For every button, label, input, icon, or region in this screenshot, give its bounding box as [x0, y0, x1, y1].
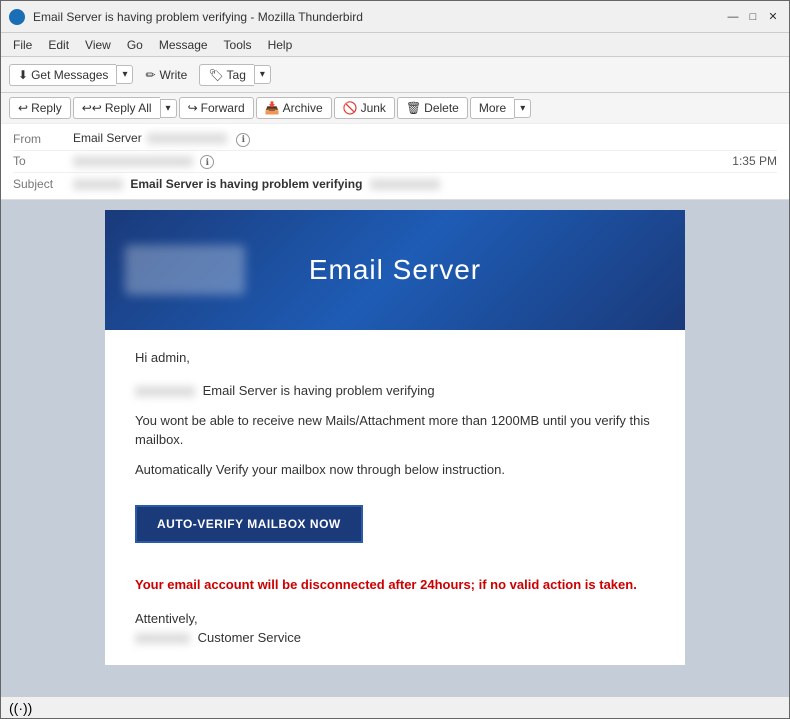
banner-title: Email Server: [309, 254, 481, 286]
write-button[interactable]: ✏ Write: [137, 64, 195, 86]
email-body-line2: You wont be able to receive new Mails/At…: [135, 411, 655, 450]
email-body-area: Email Server Hi admin, Email Server is h…: [1, 200, 789, 696]
reply-all-split-btn: ↩↩ Reply All ▾: [73, 97, 177, 119]
to-email-blurred: [73, 156, 193, 167]
tag-icon: 🏷: [208, 68, 223, 82]
tag-button[interactable]: 🏷 Tag: [199, 64, 254, 86]
more-label: More: [479, 101, 506, 115]
maximize-button[interactable]: □: [745, 9, 761, 25]
sig-blur: [135, 633, 190, 644]
menu-tools[interactable]: Tools: [216, 36, 260, 54]
from-name: Email Server: [73, 131, 142, 145]
sign-off: Attentively,: [135, 611, 655, 626]
body-line1-text: Email Server is having problem verifying: [203, 383, 435, 398]
thunderbird-window: Email Server is having problem verifying…: [0, 0, 790, 719]
to-label: To: [13, 154, 73, 168]
menu-view[interactable]: View: [77, 36, 119, 54]
menu-file[interactable]: File: [5, 36, 40, 54]
menu-go[interactable]: Go: [119, 36, 151, 54]
title-bar: Email Server is having problem verifying…: [1, 1, 789, 33]
status-bar: ((·)): [1, 696, 789, 718]
message-fields: From Email Server ℹ To ℹ 1:35 PM Subject: [1, 124, 789, 199]
get-messages-split-btn: ⬇ Get Messages ▾: [9, 64, 133, 86]
reply-icon: ↩: [18, 101, 28, 115]
reply-all-button[interactable]: ↩↩ Reply All: [73, 97, 160, 119]
reply-all-icon: ↩↩: [82, 101, 102, 115]
tag-split-btn: 🏷 Tag ▾: [199, 64, 271, 86]
get-messages-button[interactable]: ⬇ Get Messages: [9, 64, 116, 86]
from-field-row: From Email Server ℹ: [13, 128, 777, 151]
download-icon: ⬇: [18, 68, 28, 82]
archive-button[interactable]: 📥 Archive: [256, 97, 332, 119]
sig-company: Customer Service: [198, 630, 301, 645]
email-body-line1: Email Server is having problem verifying: [135, 381, 655, 401]
email-banner: Email Server: [105, 210, 685, 330]
forward-icon: ↪: [188, 101, 198, 115]
email-greeting: Hi admin,: [135, 350, 655, 365]
forward-label: Forward: [201, 101, 245, 115]
pencil-icon: ✏: [145, 68, 155, 82]
subject-main-text: Email Server is having problem verifying: [130, 177, 362, 191]
menu-message[interactable]: Message: [151, 36, 216, 54]
reply-button[interactable]: ↩ Reply: [9, 97, 71, 119]
reply-all-dropdown[interactable]: ▾: [160, 99, 177, 118]
more-dropdown[interactable]: ▾: [514, 99, 531, 118]
email-body-content: Hi admin, Email Server is having problem…: [105, 330, 685, 665]
message-header: ↩ Reply ↩↩ Reply All ▾ ↪ Forward 📥 Archi…: [1, 93, 789, 200]
window-controls: — □ ✕: [725, 9, 781, 25]
forward-button[interactable]: ↪ Forward: [179, 97, 254, 119]
reply-all-label: Reply All: [105, 101, 152, 115]
subject-blur-prefix: [73, 179, 123, 190]
reply-label: Reply: [31, 101, 62, 115]
subject-blur-suffix: [370, 179, 440, 190]
delete-label: Delete: [424, 101, 459, 115]
get-messages-dropdown[interactable]: ▾: [116, 65, 133, 84]
from-email-blurred: [147, 133, 227, 144]
get-messages-label: Get Messages: [31, 68, 108, 82]
wifi-icon: ((·)): [9, 700, 32, 716]
to-value: ℹ: [73, 154, 732, 170]
email-content: Email Server Hi admin, Email Server is h…: [105, 210, 685, 665]
junk-label: Junk: [361, 101, 386, 115]
junk-icon: 🚫: [343, 101, 358, 115]
auto-verify-button[interactable]: AUTO-VERIFY MAILBOX NOW: [135, 505, 363, 543]
from-value: Email Server ℹ: [73, 131, 777, 147]
contact-info-icon[interactable]: ℹ: [236, 133, 250, 147]
tag-label: Tag: [227, 68, 246, 82]
subject-label: Subject: [13, 177, 73, 191]
main-toolbar: ⬇ Get Messages ▾ ✏ Write 🏷 Tag ▾: [1, 57, 789, 93]
menu-help[interactable]: Help: [260, 36, 301, 54]
to-contact-icon[interactable]: ℹ: [200, 155, 214, 169]
email-signature: Attentively, Customer Service: [135, 611, 655, 645]
body-line1-blur: [135, 386, 195, 397]
menu-edit[interactable]: Edit: [40, 36, 77, 54]
app-icon: [9, 9, 25, 25]
menu-bar: File Edit View Go Message Tools Help: [1, 33, 789, 57]
warning-text: Your email account will be disconnected …: [135, 575, 655, 595]
cta-button-container: AUTO-VERIFY MAILBOX NOW: [135, 489, 655, 559]
more-split-btn: More ▾: [470, 97, 531, 119]
to-field-row: To ℹ 1:35 PM: [13, 151, 777, 174]
sig-line: Customer Service: [135, 630, 655, 645]
write-label: Write: [160, 68, 188, 82]
message-time: 1:35 PM: [732, 154, 777, 168]
subject-value: Email Server is having problem verifying: [73, 177, 777, 191]
subject-field-row: Subject Email Server is having problem v…: [13, 173, 777, 195]
close-button[interactable]: ✕: [765, 9, 781, 25]
archive-icon: 📥: [265, 101, 280, 115]
email-body-line3: Automatically Verify your mailbox now th…: [135, 460, 655, 480]
minimize-button[interactable]: —: [725, 9, 741, 25]
trash-icon: 🗑: [406, 101, 421, 115]
from-label: From: [13, 132, 73, 146]
archive-label: Archive: [283, 101, 323, 115]
delete-button[interactable]: 🗑 Delete: [397, 97, 468, 119]
window-title: Email Server is having problem verifying…: [33, 10, 725, 24]
message-actions-toolbar: ↩ Reply ↩↩ Reply All ▾ ↪ Forward 📥 Archi…: [1, 93, 789, 124]
junk-button[interactable]: 🚫 Junk: [334, 97, 395, 119]
more-button[interactable]: More: [470, 97, 514, 119]
banner-logo-blurred: [125, 245, 245, 295]
tag-dropdown[interactable]: ▾: [254, 65, 271, 84]
